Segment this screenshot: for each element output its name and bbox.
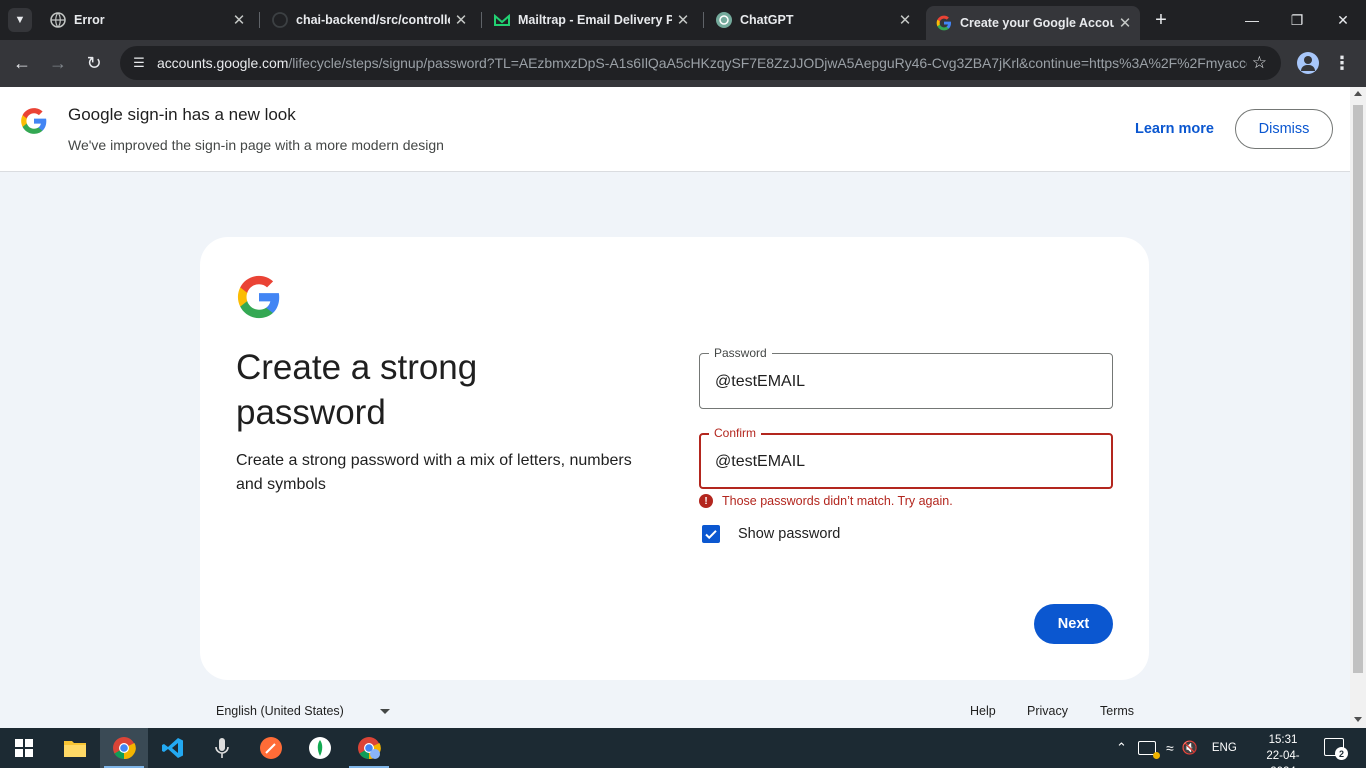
show-hidden-icons[interactable]: ⌃ — [1116, 728, 1127, 768]
tab-close-icon[interactable]: ✕ — [894, 11, 916, 29]
password-field[interactable]: Password @testEMAIL — [699, 345, 1113, 409]
profile-icon[interactable] — [1297, 52, 1319, 74]
mongodb-compass-icon[interactable] — [296, 728, 344, 768]
close-window-icon[interactable]: ✕ — [1330, 8, 1356, 32]
bookmark-star-icon[interactable]: ☆ — [1252, 52, 1267, 74]
show-password-toggle[interactable]: Show password — [702, 524, 840, 544]
tab-search-icon[interactable]: ▼ — [8, 8, 32, 32]
notification-center-icon[interactable]: 2 — [1324, 738, 1348, 760]
address-bar[interactable]: ☰ accounts.google.com/lifecycle/steps/si… — [120, 46, 1281, 80]
tab-close-icon[interactable]: ✕ — [672, 11, 694, 29]
confirm-value[interactable]: @testEMAIL — [715, 452, 805, 472]
password-value[interactable]: @testEMAIL — [715, 372, 805, 392]
scroll-up-icon[interactable] — [1354, 91, 1362, 96]
password-error: ! Those passwords didn’t match. Try agai… — [699, 493, 953, 509]
tab-strip: ▼ Error ✕ chai-backend/src/controller ✕ … — [0, 0, 1366, 40]
error-icon: ! — [699, 494, 713, 508]
restore-icon[interactable]: ❐ — [1284, 8, 1310, 32]
chrome-taskbar-icon[interactable] — [100, 728, 148, 768]
new-tab-icon[interactable]: + — [1150, 9, 1172, 31]
url-text[interactable]: accounts.google.com/lifecycle/steps/sign… — [157, 55, 1247, 71]
banner-subtitle: We've improved the sign-in page with a m… — [68, 137, 444, 153]
tab-title: Mailtrap - Email Delivery Pl — [518, 13, 672, 27]
terms-link[interactable]: Terms — [1100, 704, 1134, 718]
check-icon — [705, 530, 717, 540]
mailtrap-icon — [494, 12, 510, 28]
clock-date: 22-04-2024 — [1266, 750, 1300, 768]
windows-start-icon[interactable] — [0, 728, 48, 768]
scrollbar-thumb[interactable] — [1353, 105, 1363, 673]
tab-google-account[interactable]: Create your Google Accoun ✕ — [926, 6, 1140, 40]
wifi-icon[interactable]: ≈ — [1166, 740, 1174, 756]
windows-taskbar: ⌃ ≈ 🔇 ENG 15:31 22-04-2024 2 — [0, 728, 1366, 768]
back-icon[interactable]: ← — [11, 52, 33, 74]
clock-time: 15:31 — [1268, 734, 1298, 746]
reload-icon[interactable]: ↻ — [83, 52, 105, 74]
microphone-icon[interactable] — [198, 728, 246, 768]
banner-title: Google sign-in has a new look — [68, 105, 296, 124]
input-language[interactable]: ENG — [1212, 742, 1237, 754]
language-selector[interactable]: English (United States) — [216, 704, 390, 718]
show-password-checkbox[interactable] — [702, 525, 720, 543]
learn-more-link[interactable]: Learn more — [1135, 121, 1214, 137]
url-path: /lifecycle/steps/signup/password?TL=AEzb… — [288, 55, 1247, 71]
tab-close-icon[interactable]: ✕ — [450, 11, 472, 29]
tab-title: ChatGPT — [740, 13, 794, 27]
postman-icon[interactable] — [247, 728, 295, 768]
tab-chatgpt[interactable]: ChatGPT ✕ — [706, 6, 920, 34]
system-tray-icons: ≈ 🔇 ENG — [1138, 728, 1237, 768]
page-title: Create a strong password — [236, 348, 478, 432]
confirm-field[interactable]: Confirm @testEMAIL — [699, 425, 1113, 489]
chrome-profile-taskbar-icon[interactable] — [345, 728, 393, 768]
language-label: English (United States) — [216, 704, 344, 718]
chevron-up-icon[interactable]: ⌃ — [1116, 740, 1127, 756]
show-password-label[interactable]: Show password — [738, 526, 840, 542]
github-icon — [272, 12, 288, 28]
forward-icon[interactable]: → — [47, 52, 69, 74]
tab-github[interactable]: chai-backend/src/controller ✕ — [262, 6, 476, 34]
password-label: Password — [709, 345, 772, 361]
globe-icon — [50, 12, 66, 28]
tab-close-icon[interactable]: ✕ — [1114, 14, 1136, 32]
clock[interactable]: 15:31 22-04-2024 — [1255, 732, 1311, 768]
page-scrollbar[interactable] — [1350, 87, 1366, 728]
google-icon — [936, 15, 952, 31]
help-link[interactable]: Help — [970, 704, 996, 718]
file-explorer-icon[interactable] — [51, 728, 99, 768]
browser-toolbar: ← → ↻ ☰ accounts.google.com/lifecycle/st… — [0, 40, 1366, 87]
google-logo-icon — [236, 274, 282, 320]
tab-separator — [481, 12, 482, 28]
tab-separator — [703, 12, 704, 28]
new-look-banner: Google sign-in has a new look We've impr… — [0, 87, 1350, 172]
site-info-icon[interactable]: ☰ — [128, 52, 150, 74]
signup-card: Create a strong password Create a strong… — [200, 237, 1149, 680]
tab-error[interactable]: Error ✕ — [40, 6, 254, 34]
chatgpt-icon — [716, 12, 732, 28]
google-logo-icon — [20, 107, 48, 135]
scroll-down-icon[interactable] — [1354, 717, 1362, 722]
speaker-muted-icon[interactable]: 🔇 — [1182, 740, 1198, 756]
privacy-link[interactable]: Privacy — [1027, 704, 1068, 718]
page-description: Create a strong password with a mix of l… — [236, 452, 632, 493]
error-message: Those passwords didn’t match. Try again. — [722, 494, 953, 508]
meet-now-icon[interactable] — [1138, 741, 1160, 759]
next-button[interactable]: Next — [1034, 604, 1113, 644]
confirm-label: Confirm — [709, 425, 762, 441]
url-host: accounts.google.com — [157, 55, 289, 71]
minimize-icon[interactable]: — — [1239, 8, 1265, 32]
tab-title: chai-backend/src/controller — [296, 13, 450, 27]
caret-down-icon — [379, 708, 390, 714]
notification-count: 2 — [1335, 747, 1348, 760]
more-menu-icon[interactable]: ⋮ — [1332, 51, 1352, 75]
tab-separator — [259, 12, 260, 28]
tab-title: Error — [74, 13, 105, 27]
tab-title: Create your Google Accoun — [960, 16, 1114, 30]
vscode-icon[interactable] — [149, 728, 197, 768]
dismiss-button[interactable]: Dismiss — [1235, 109, 1333, 149]
tab-close-icon[interactable]: ✕ — [228, 11, 250, 29]
tab-mailtrap[interactable]: Mailtrap - Email Delivery Pl ✕ — [484, 6, 698, 34]
